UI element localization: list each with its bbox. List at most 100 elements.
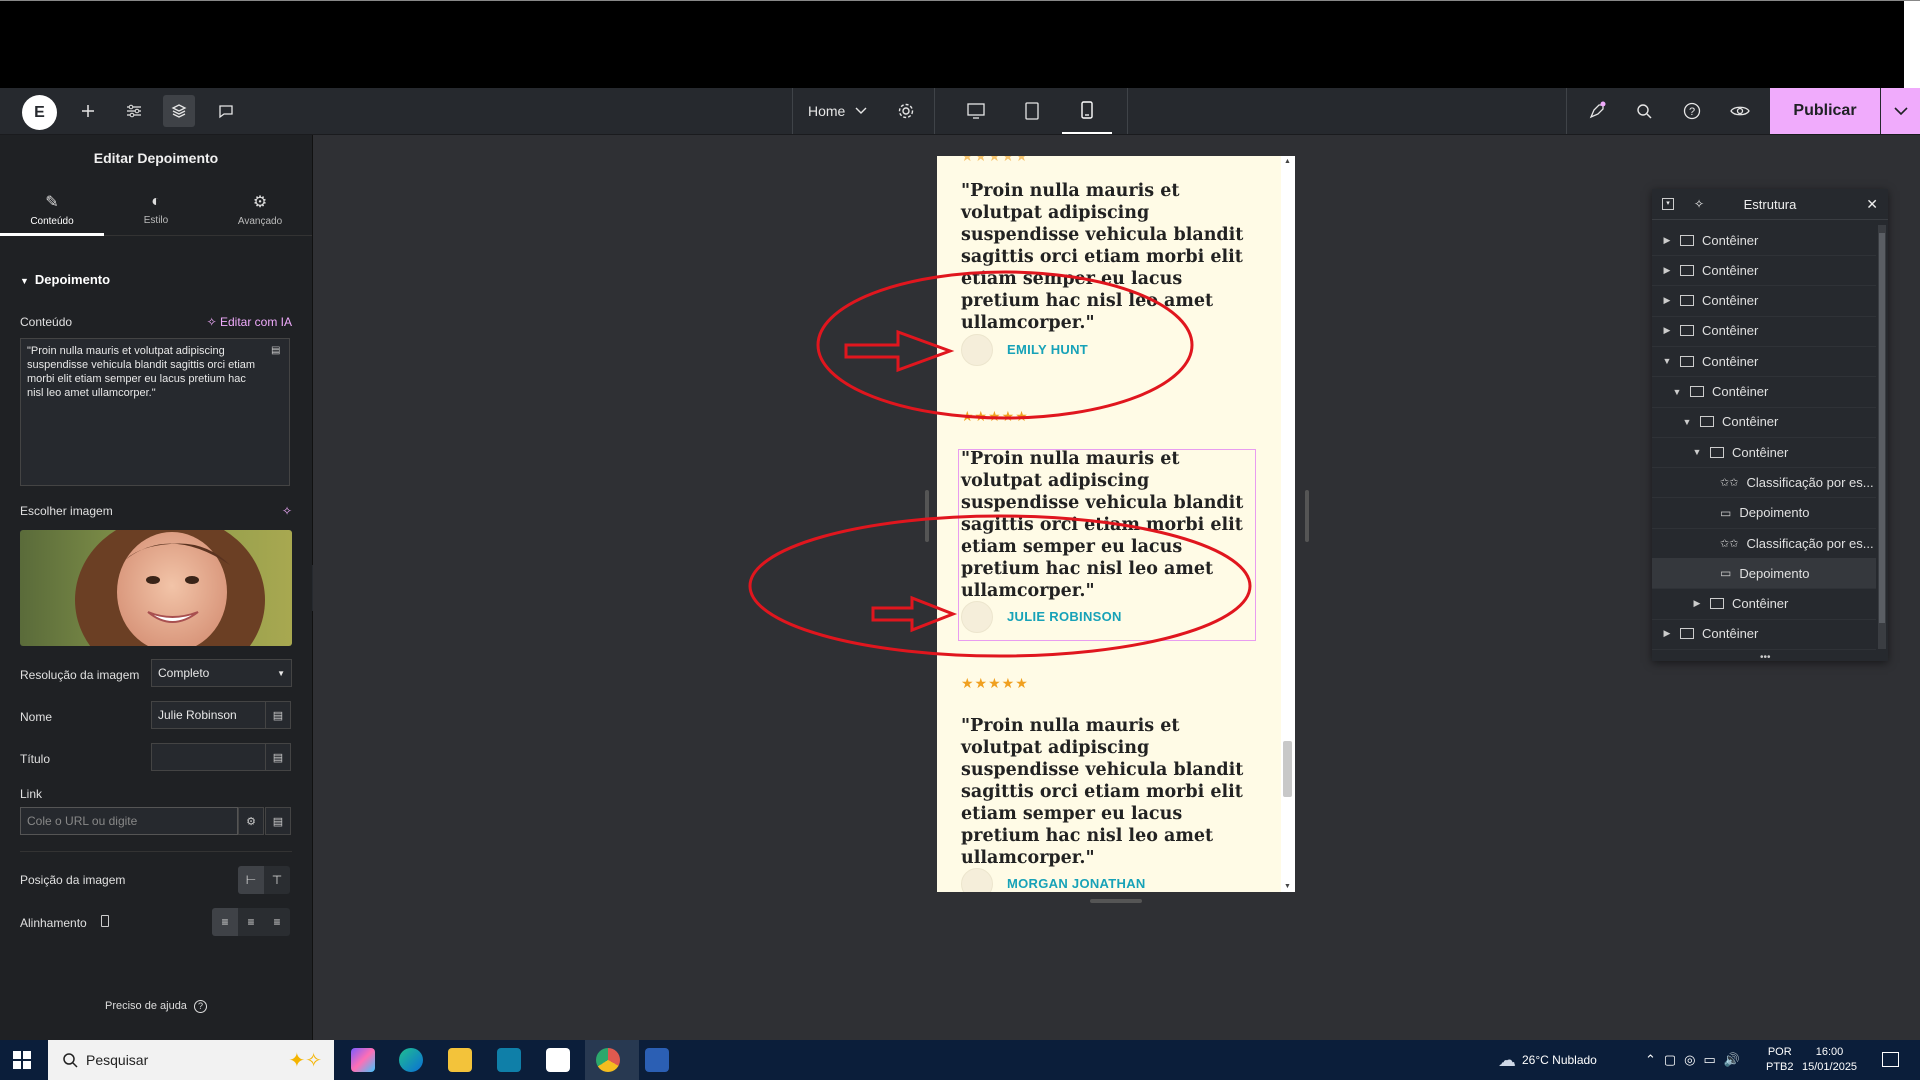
caret-right-icon[interactable]: ▶ bbox=[1692, 598, 1702, 609]
dynamic-tags-icon[interactable]: ▤ bbox=[271, 344, 283, 356]
structure-item[interactable]: ▶ Contêiner bbox=[1652, 286, 1876, 317]
align-left-button[interactable]: ≡ bbox=[212, 908, 238, 936]
scroll-thumb[interactable] bbox=[1283, 741, 1292, 797]
position-top-button[interactable]: ⊤ bbox=[264, 866, 290, 894]
scroll-thumb[interactable] bbox=[1879, 233, 1885, 623]
star-rating[interactable]: ★★★★★ bbox=[961, 156, 1029, 165]
link-options-button[interactable]: ⚙ bbox=[238, 807, 264, 835]
structure-item[interactable]: ▼ Contêiner bbox=[1652, 377, 1876, 408]
preview-button[interactable] bbox=[1727, 88, 1753, 134]
structure-scrollbar[interactable] bbox=[1878, 225, 1886, 649]
page-settings-button[interactable] bbox=[894, 88, 918, 134]
notifications-button[interactable] bbox=[1584, 88, 1610, 134]
caret-down-icon[interactable]: ▼ bbox=[1692, 447, 1702, 457]
copilot-icon[interactable] bbox=[351, 1048, 375, 1072]
testimonial-avatar[interactable] bbox=[961, 868, 993, 892]
position-aside-button[interactable]: ⊢ bbox=[238, 866, 264, 894]
scroll-down-icon[interactable]: ▼ bbox=[1284, 883, 1291, 890]
content-textarea[interactable]: "Proin nulla mauris et volutpat adipisci… bbox=[20, 338, 290, 486]
structure-button[interactable] bbox=[163, 95, 195, 127]
clock[interactable]: 16:00 15/01/2025 bbox=[1802, 1040, 1857, 1080]
align-center-button[interactable]: ≡ bbox=[238, 908, 264, 936]
testimonial-avatar[interactable] bbox=[961, 334, 993, 366]
name-dynamic-tags-button[interactable]: ▤ bbox=[265, 701, 291, 729]
weather-widget[interactable]: ☁ 26°C Nublado bbox=[1498, 1040, 1597, 1080]
resize-handle-right[interactable] bbox=[1305, 490, 1309, 542]
caret-down-icon[interactable]: ▼ bbox=[1682, 417, 1692, 427]
language-indicator[interactable]: POR PTB2 bbox=[1766, 1040, 1794, 1080]
structure-item[interactable]: ▭ Depoimento bbox=[1652, 558, 1876, 590]
notifications-icon[interactable] bbox=[1882, 1052, 1899, 1067]
link-dynamic-tags-button[interactable]: ▤ bbox=[265, 807, 291, 835]
taskbar-search[interactable]: Pesquisar ✦✧ bbox=[48, 1040, 334, 1080]
section-toggle[interactable]: ▼ Depoimento bbox=[20, 272, 110, 287]
caret-right-icon[interactable]: ▶ bbox=[1662, 325, 1672, 336]
structure-item[interactable]: ▼ Contêiner bbox=[1652, 346, 1876, 378]
structure-item[interactable]: ▼ Contêiner bbox=[1652, 437, 1876, 469]
testimonial-quote[interactable]: "Proin nulla mauris et volutpat adipisci… bbox=[961, 448, 1266, 602]
mobile-view-button[interactable] bbox=[1062, 88, 1112, 134]
page-selector[interactable]: Home bbox=[808, 88, 878, 134]
structure-item[interactable]: ▶ Contêiner bbox=[1652, 255, 1876, 287]
structure-item[interactable]: ▭ Depoimento bbox=[1652, 498, 1876, 529]
align-right-button[interactable]: ≡ bbox=[264, 908, 290, 936]
testimonial-quote[interactable]: "Proin nulla mauris et volutpat adipisci… bbox=[961, 180, 1266, 334]
add-element-button[interactable] bbox=[76, 88, 100, 134]
caret-right-icon[interactable]: ▶ bbox=[1662, 628, 1672, 639]
search-button[interactable] bbox=[1632, 88, 1656, 134]
desktop-view-button[interactable] bbox=[964, 88, 988, 134]
publish-options-button[interactable] bbox=[1881, 88, 1920, 134]
title-dynamic-tags-button[interactable]: ▤ bbox=[265, 743, 291, 771]
responsive-mobile-icon[interactable] bbox=[100, 915, 109, 927]
publish-button[interactable]: Publicar bbox=[1770, 88, 1880, 134]
system-tray-icons[interactable]: ⌃▢◎▭🔊 bbox=[1645, 1040, 1748, 1080]
structure-item[interactable]: ▼ Contêiner bbox=[1652, 407, 1876, 438]
edit-with-ai-link[interactable]: ✧ Editar com IA bbox=[207, 315, 292, 329]
testimonial-name[interactable]: EMILY HUNT bbox=[1007, 342, 1088, 357]
caret-right-icon[interactable]: ▶ bbox=[1662, 235, 1672, 246]
help-button[interactable]: ? bbox=[1680, 88, 1704, 134]
more-handle-icon[interactable]: ••• bbox=[1760, 652, 1771, 663]
caret-right-icon[interactable]: ▶ bbox=[1662, 295, 1672, 306]
caret-right-icon[interactable]: ▶ bbox=[1662, 265, 1672, 276]
file-explorer-icon[interactable] bbox=[448, 1048, 472, 1072]
structure-item[interactable]: ▶ Contêiner bbox=[1652, 619, 1876, 650]
tab-content[interactable]: ✎ Conteúdo bbox=[0, 183, 104, 236]
word-icon[interactable] bbox=[645, 1048, 669, 1072]
tab-advanced[interactable]: ⚙ Avançado bbox=[208, 183, 312, 235]
testimonial-avatar[interactable] bbox=[961, 601, 993, 633]
edge-icon[interactable] bbox=[399, 1048, 423, 1072]
structure-item[interactable]: ▶ Contêiner bbox=[1652, 316, 1876, 347]
resize-handle-left[interactable] bbox=[925, 490, 929, 542]
resize-handle-bottom[interactable] bbox=[1090, 899, 1142, 903]
site-settings-button[interactable] bbox=[122, 88, 146, 134]
star-rating[interactable]: ★★★★★ bbox=[961, 675, 1029, 692]
elementor-logo[interactable]: E bbox=[22, 95, 57, 130]
link-input[interactable]: Cole o URL ou digite bbox=[20, 807, 238, 835]
tab-style[interactable]: ◐ Estilo bbox=[104, 183, 208, 235]
preview-scrollbar[interactable]: ▲ ▼ bbox=[1281, 156, 1295, 892]
store-icon[interactable] bbox=[497, 1048, 521, 1072]
windows-start-icon[interactable] bbox=[13, 1051, 31, 1074]
scroll-up-icon[interactable]: ▲ bbox=[1284, 158, 1291, 165]
testimonial-quote[interactable]: "Proin nulla mauris et volutpat adipisci… bbox=[961, 715, 1266, 869]
testimonial-name[interactable]: MORGAN JONATHAN bbox=[1007, 876, 1146, 891]
close-icon[interactable]: ✕ bbox=[1866, 196, 1878, 213]
image-ai-button[interactable]: ✧ bbox=[282, 504, 292, 518]
title-input[interactable] bbox=[151, 743, 266, 771]
tablet-view-button[interactable] bbox=[1020, 88, 1044, 134]
structure-item[interactable]: ✩✩ Classificação por es... bbox=[1652, 467, 1876, 499]
help-link[interactable]: Preciso de ajuda ? bbox=[0, 1000, 312, 1013]
caret-down-icon[interactable]: ▼ bbox=[1662, 356, 1672, 366]
structure-item[interactable]: ▶ Contêiner bbox=[1652, 589, 1876, 620]
name-input[interactable]: Julie Robinson bbox=[151, 701, 266, 729]
structure-item[interactable]: ✩✩ Classificação por es... bbox=[1652, 528, 1876, 559]
image-preview[interactable] bbox=[20, 530, 292, 646]
caret-down-icon[interactable]: ▼ bbox=[1672, 387, 1682, 397]
structure-item[interactable]: ▶ Contêiner bbox=[1652, 225, 1876, 256]
comments-button[interactable] bbox=[214, 88, 238, 134]
testimonial-name[interactable]: JULIE ROBINSON bbox=[1007, 609, 1122, 624]
notion-icon[interactable] bbox=[546, 1048, 570, 1072]
image-resolution-select[interactable]: Completo ▼ bbox=[151, 659, 292, 687]
star-rating[interactable]: ★★★★★ bbox=[961, 408, 1029, 425]
